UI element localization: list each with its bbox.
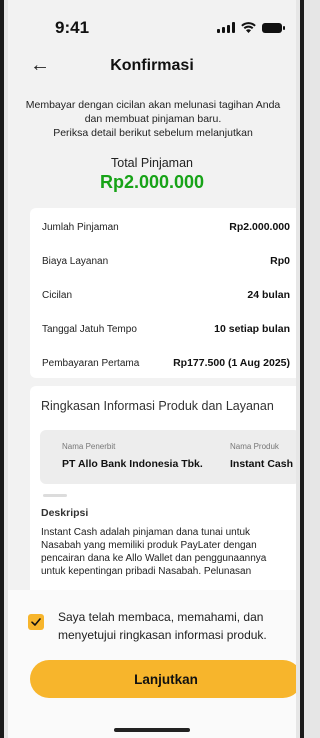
intro-line-2: dan membuat pinjaman baru. bbox=[84, 113, 222, 125]
signal-icon bbox=[217, 22, 235, 33]
detail-value: 10 setiap bulan bbox=[214, 323, 290, 335]
product-summary-card[interactable]: Ringkasan Informasi Produk dan Layanan N… bbox=[30, 386, 296, 606]
total-loan-label: Total Pinjaman bbox=[111, 156, 193, 170]
description-text: Instant Cash adalah pinjaman dana tunai … bbox=[41, 527, 267, 577]
left-frame-edge bbox=[0, 0, 4, 738]
detail-value: Rp2.000.000 bbox=[229, 221, 290, 233]
phone-screen: 9:41 ← Konfirmasi Membayar dengan cicila… bbox=[8, 0, 296, 738]
detail-value: Rp177.500 (1 Aug 2025) bbox=[173, 357, 290, 369]
detail-row-installment: Cicilan 24 bulan bbox=[30, 278, 290, 312]
intro-line-1: Membayar dengan cicilan akan melunasi ta… bbox=[25, 99, 281, 111]
status-time: 9:41 bbox=[55, 18, 90, 37]
total-loan-value: Rp2.000.000 bbox=[99, 172, 205, 192]
continue-button[interactable]: Lanjutkan bbox=[30, 660, 296, 698]
detail-row-service-fee: Biaya Layanan Rp0 bbox=[30, 244, 290, 278]
issuer-value: PT Allo Bank Indonesia Tbk. bbox=[62, 458, 203, 470]
carousel-indicator[interactable] bbox=[43, 494, 67, 497]
battery-icon bbox=[262, 22, 285, 33]
home-indicator bbox=[114, 728, 190, 732]
description-title: Deskripsi bbox=[41, 507, 89, 519]
right-frame-edge bbox=[300, 0, 304, 738]
detail-row-due-date: Tanggal Jatuh Tempo 10 setiap bulan bbox=[30, 312, 290, 346]
detail-label: Biaya Layanan bbox=[42, 255, 109, 267]
wifi-icon bbox=[241, 22, 256, 33]
detail-label: Cicilan bbox=[42, 289, 73, 301]
loan-details-card: Jumlah Pinjaman Rp2.000.000 Biaya Layana… bbox=[30, 208, 296, 378]
intro-line-3: Periksa detail berikut sebelum melanjutk… bbox=[53, 127, 253, 139]
detail-label: Pembayaran Pertama bbox=[42, 357, 140, 369]
detail-row-first-payment: Pembayaran Pertama Rp177.500 (1 Aug 2025… bbox=[30, 346, 290, 380]
detail-row-loan-amount: Jumlah Pinjaman Rp2.000.000 bbox=[30, 210, 290, 244]
detail-value: Rp0 bbox=[270, 255, 290, 267]
page-title: Konfirmasi bbox=[110, 57, 194, 74]
header: ← Konfirmasi bbox=[8, 50, 296, 86]
summary-title: Ringkasan Informasi Produk dan Layanan bbox=[41, 399, 274, 413]
product-info-card[interactable]: Nama Penerbit PT Allo Bank Indonesia Tbk… bbox=[40, 430, 296, 484]
detail-label: Jumlah Pinjaman bbox=[42, 221, 119, 233]
status-bar: 9:41 bbox=[8, 0, 296, 50]
status-icons bbox=[217, 22, 285, 33]
intro-text: Membayar dengan cicilan akan melunasi ta… bbox=[22, 98, 284, 140]
detail-label: Tanggal Jatuh Tempo bbox=[42, 323, 137, 335]
check-icon bbox=[31, 618, 41, 626]
issuer-label: Nama Penerbit bbox=[62, 442, 116, 451]
detail-value: 24 bulan bbox=[247, 289, 290, 301]
product-label: Nama Produk bbox=[230, 442, 279, 451]
product-value: Instant Cash bbox=[230, 458, 294, 470]
agreement-checkbox[interactable] bbox=[28, 614, 44, 630]
screen: 9:41 ← Konfirmasi Membayar dengan cicila… bbox=[0, 0, 304, 738]
footer-panel: Saya telah membaca, memahami, dan menyet… bbox=[8, 590, 296, 738]
agreement-text[interactable]: Saya telah membaca, memahami, dan menyet… bbox=[58, 608, 282, 644]
